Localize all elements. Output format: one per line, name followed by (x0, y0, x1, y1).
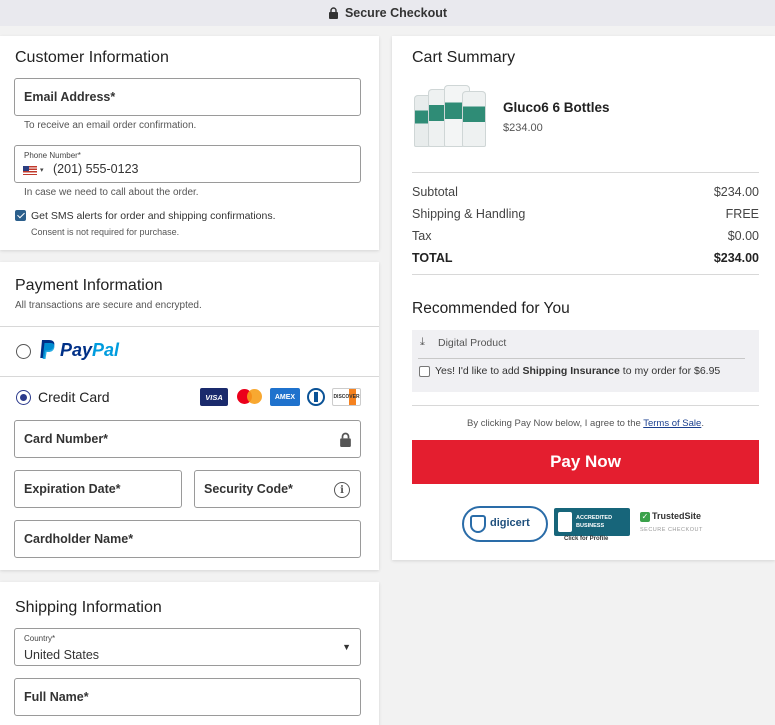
shipping-insurance-label[interactable]: Yes! I'd like to add Shipping Insurance … (435, 365, 720, 377)
product-price: $234.00 (503, 122, 543, 134)
trustedsite-text: TrustedSite (652, 511, 702, 521)
email-hint: To receive an email order confirmation. (24, 120, 197, 131)
paypal-radio[interactable] (16, 344, 31, 359)
bbb-line1: ACCREDITED (576, 515, 613, 521)
credit-card-radio[interactable] (16, 390, 31, 405)
phone-field-label: Phone Number* (24, 151, 81, 160)
terms-pre: By clicking Pay Now below, I agree to th… (467, 418, 644, 429)
lock-icon (340, 432, 351, 447)
check-icon: ✓ (640, 512, 650, 522)
paypal-icon (40, 340, 55, 359)
subtotal-value: $234.00 (713, 185, 759, 199)
subtotal-row: Subtotal $234.00 (412, 185, 759, 199)
payment-information-card: Payment Information All transactions are… (0, 262, 379, 570)
email-field-label: Email Address* (24, 90, 116, 104)
cardholder-name-field[interactable]: Cardholder Name* (14, 520, 361, 558)
recommended-title: Recommended for You (412, 300, 570, 317)
paypal-logo[interactable]: PayPal (38, 339, 119, 361)
payment-subtitle: All transactions are secure and encrypte… (15, 300, 202, 311)
insurance-text-post: to my order for $6.95 (619, 365, 721, 377)
discover-logo: DISCOVER (332, 388, 361, 406)
cardholder-name-label: Cardholder Name* (24, 532, 134, 546)
digicert-text: digicert (490, 517, 530, 529)
security-code-label: Security Code* (204, 482, 293, 496)
shipping-information-title: Shipping Information (15, 599, 162, 616)
card-number-label: Card Number* (24, 432, 109, 446)
shipping-value: FREE (725, 207, 759, 221)
sms-alerts-checkbox[interactable] (15, 210, 26, 221)
total-value: $234.00 (713, 251, 759, 265)
shipping-label: Shipping & Handling (412, 207, 526, 221)
tax-row: Tax $0.00 (412, 229, 759, 243)
cart-divider-mid (412, 274, 759, 275)
payment-divider-top (0, 326, 379, 327)
sms-consent-hint: Consent is not required for purchase. (31, 227, 180, 237)
lock-icon (328, 7, 338, 19)
expiration-date-label: Expiration Date* (24, 482, 121, 496)
digital-product-label: Digital Product (438, 337, 507, 349)
customer-information-card: Customer Information Email Address* To r… (0, 36, 379, 250)
trustedsite-subtext: SECURE CHECKOUT (640, 527, 703, 533)
cart-summary-title: Cart Summary (412, 49, 516, 66)
expiration-date-field[interactable]: Expiration Date* (14, 470, 182, 508)
tax-value: $0.00 (727, 229, 759, 243)
total-label: TOTAL (412, 251, 453, 265)
bbb-line2: BUSINESS (576, 523, 605, 529)
shipping-information-card: Shipping Information Country* United Sta… (0, 582, 379, 725)
chevron-down-icon[interactable]: ▾ (40, 166, 44, 174)
shipping-row: Shipping & Handling FREE (412, 207, 759, 221)
payment-information-title: Payment Information (15, 277, 163, 294)
full-name-label: Full Name* (24, 690, 89, 704)
email-field[interactable]: Email Address* (14, 78, 361, 116)
country-label: Country* (24, 634, 56, 643)
amex-logo: AMEX (270, 388, 300, 406)
phone-field-value: (201) 555-0123 (53, 162, 139, 176)
customer-information-title: Customer Information (15, 49, 169, 66)
full-name-field[interactable]: Full Name* (14, 678, 361, 716)
product-image (414, 81, 488, 155)
insurance-text-bold: Shipping Insurance (522, 365, 620, 377)
total-row: TOTAL $234.00 (412, 251, 759, 265)
recommended-divider (418, 358, 745, 359)
digicert-badge[interactable]: digicert (462, 506, 548, 542)
product-name: Gluco6 6 Bottles (503, 100, 610, 115)
country-value: United States (24, 648, 100, 662)
visa-logo: VISA (200, 388, 228, 406)
tax-label: Tax (412, 229, 432, 243)
cart-divider-bottom (412, 405, 759, 406)
trustedsite-badge[interactable]: ✓ TrustedSite SECURE CHECKOUT (638, 510, 708, 540)
shipping-insurance-checkbox[interactable] (419, 366, 430, 377)
shield-icon (470, 515, 486, 533)
bbb-caption: Click for Profile (564, 536, 609, 542)
card-number-field[interactable]: Card Number* (14, 420, 361, 458)
phone-hint: In case we need to call about the order. (24, 187, 199, 198)
us-flag-icon[interactable] (23, 166, 37, 175)
sms-alerts-label[interactable]: Get SMS alerts for order and shipping co… (31, 210, 276, 222)
download-icon: ⤓ (420, 336, 425, 348)
terms-post: . (701, 418, 704, 429)
terms-text: By clicking Pay Now below, I agree to th… (412, 418, 759, 429)
paypal-pal-text: Pal (92, 339, 120, 360)
country-select[interactable]: Country* United States ▼ (14, 628, 361, 666)
pay-now-button[interactable]: Pay Now (412, 440, 759, 484)
security-code-field[interactable]: Security Code* i (194, 470, 361, 508)
paypal-pay-text: Pay (60, 339, 93, 360)
mastercard-logo (235, 388, 265, 406)
recommended-box: ⤓ Digital Product Yes! I'd like to add S… (412, 330, 759, 392)
cart-divider-top (412, 172, 759, 173)
cart-summary-card: Cart Summary Gluco6 6 Bottles $234.00 Su… (392, 36, 775, 560)
diners-logo (306, 388, 326, 406)
caret-down-icon[interactable]: ▼ (342, 642, 351, 652)
bbb-badge[interactable]: ACCREDITED BUSINESS Click for Profile (554, 508, 630, 542)
info-icon[interactable]: i (334, 482, 350, 498)
payment-divider-mid (0, 376, 379, 377)
subtotal-label: Subtotal (412, 185, 458, 199)
credit-card-label[interactable]: Credit Card (38, 389, 110, 405)
phone-field[interactable]: Phone Number* ▾ (201) 555-0123 (14, 145, 361, 183)
secure-checkout-title: Secure Checkout (344, 6, 448, 20)
insurance-text-pre: Yes! I'd like to add (435, 365, 523, 377)
bbb-torch-icon (558, 512, 572, 532)
secure-checkout-bar: Secure Checkout (0, 0, 775, 26)
terms-of-sale-link[interactable]: Terms of Sale (643, 418, 701, 429)
